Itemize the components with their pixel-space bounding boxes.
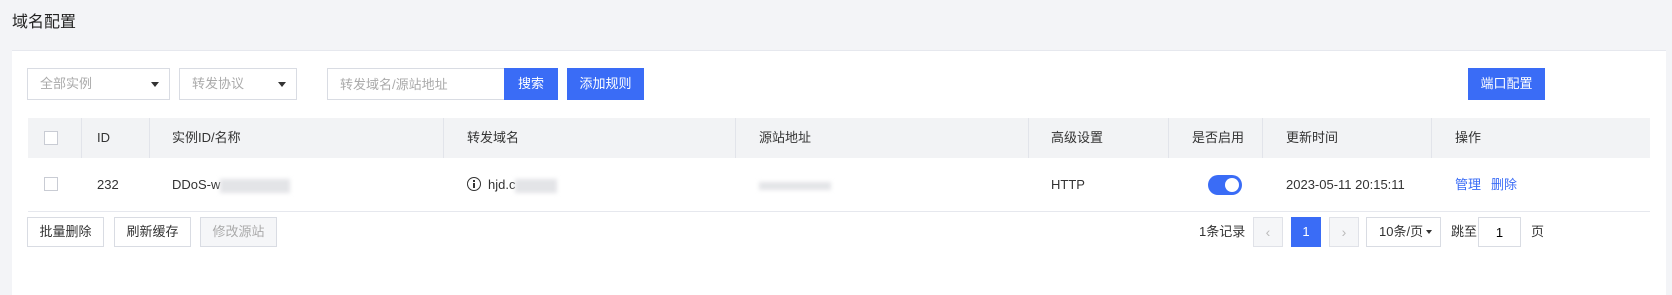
row-instance: DDoS-w (172, 158, 291, 211)
modify-origin-button[interactable]: 修改源站 (200, 217, 277, 247)
record-count: 1条记录 (1199, 224, 1246, 239)
toggle-knob (1225, 178, 1239, 192)
caret-down-icon (1426, 230, 1432, 234)
column-divider (81, 118, 82, 158)
column-divider (1168, 118, 1169, 158)
select-all-checkbox[interactable] (44, 131, 58, 145)
column-divider (1262, 118, 1263, 158)
header-instance: 实例ID/名称 (172, 130, 241, 145)
table-row: 232 DDoS-w hjd.c HTTP 2023-05-11 20:15:1… (28, 158, 1650, 212)
search-button[interactable]: 搜索 (504, 68, 558, 100)
add-rule-button[interactable]: 添加规则 (567, 68, 644, 100)
row-origin (759, 158, 831, 211)
page-title: 域名配置 (12, 14, 77, 31)
header-advanced: 高级设置 (1051, 130, 1104, 145)
caret-down-icon (278, 82, 286, 87)
current-page-button[interactable]: 1 (1291, 217, 1321, 247)
refresh-cache-button[interactable]: 刷新缓存 (114, 217, 191, 247)
row-advanced: HTTP (1051, 177, 1085, 192)
column-divider (735, 118, 736, 158)
page-size-select[interactable]: 10条/页 (1366, 217, 1441, 247)
row-id: 232 (97, 177, 119, 192)
domain-text: hjd.c (488, 177, 516, 192)
header-id: ID (97, 130, 110, 145)
jump-label: 跳至 (1451, 224, 1478, 239)
domain-config-panel: 全部实例 转发协议 搜索 添加规则 端口配置 ID 实例ID/名称 转发域名 源… (12, 50, 1666, 295)
redacted-block (759, 181, 831, 190)
jump-page-input[interactable] (1478, 217, 1521, 247)
manage-link[interactable]: 管理 (1455, 177, 1481, 192)
protocol-select[interactable]: 转发协议 (179, 68, 297, 100)
instance-select-value: 全部实例 (40, 76, 93, 91)
batch-delete-button[interactable]: 批量删除 (27, 217, 104, 247)
delete-link[interactable]: 删除 (1491, 177, 1517, 192)
next-page-icon[interactable]: › (1329, 217, 1359, 247)
header-origin: 源站地址 (759, 130, 812, 145)
header-updated: 更新时间 (1286, 130, 1339, 145)
prev-page-icon[interactable]: ‹ (1253, 217, 1283, 247)
instance-select[interactable]: 全部实例 (27, 68, 170, 100)
column-divider (149, 118, 150, 158)
column-divider (1028, 118, 1029, 158)
caret-down-icon (151, 82, 159, 87)
column-divider (1431, 118, 1432, 158)
enable-toggle[interactable] (1208, 175, 1242, 195)
page-size-value: 10条/页 (1379, 224, 1424, 239)
port-config-button[interactable]: 端口配置 (1468, 68, 1545, 100)
page-unit-label: 页 (1531, 224, 1545, 239)
row-domain: hjd.c (467, 158, 558, 211)
header-actions: 操作 (1455, 130, 1482, 145)
row-actions: 管理 删除 (1455, 158, 1527, 211)
row-checkbox[interactable] (44, 177, 58, 191)
redacted-block (220, 178, 291, 193)
search-input[interactable] (327, 68, 528, 100)
column-divider (443, 118, 444, 158)
table-header: ID 实例ID/名称 转发域名 源站地址 高级设置 是否启用 更新时间 操作 (28, 118, 1650, 158)
instance-id-text: DDoS-w (172, 177, 221, 192)
protocol-select-value: 转发协议 (192, 76, 245, 91)
header-domain: 转发域名 (467, 130, 520, 145)
redacted-block (515, 178, 558, 193)
header-enabled: 是否启用 (1192, 130, 1245, 145)
info-icon[interactable] (467, 177, 481, 192)
row-updated: 2023-05-11 20:15:11 (1286, 177, 1405, 192)
